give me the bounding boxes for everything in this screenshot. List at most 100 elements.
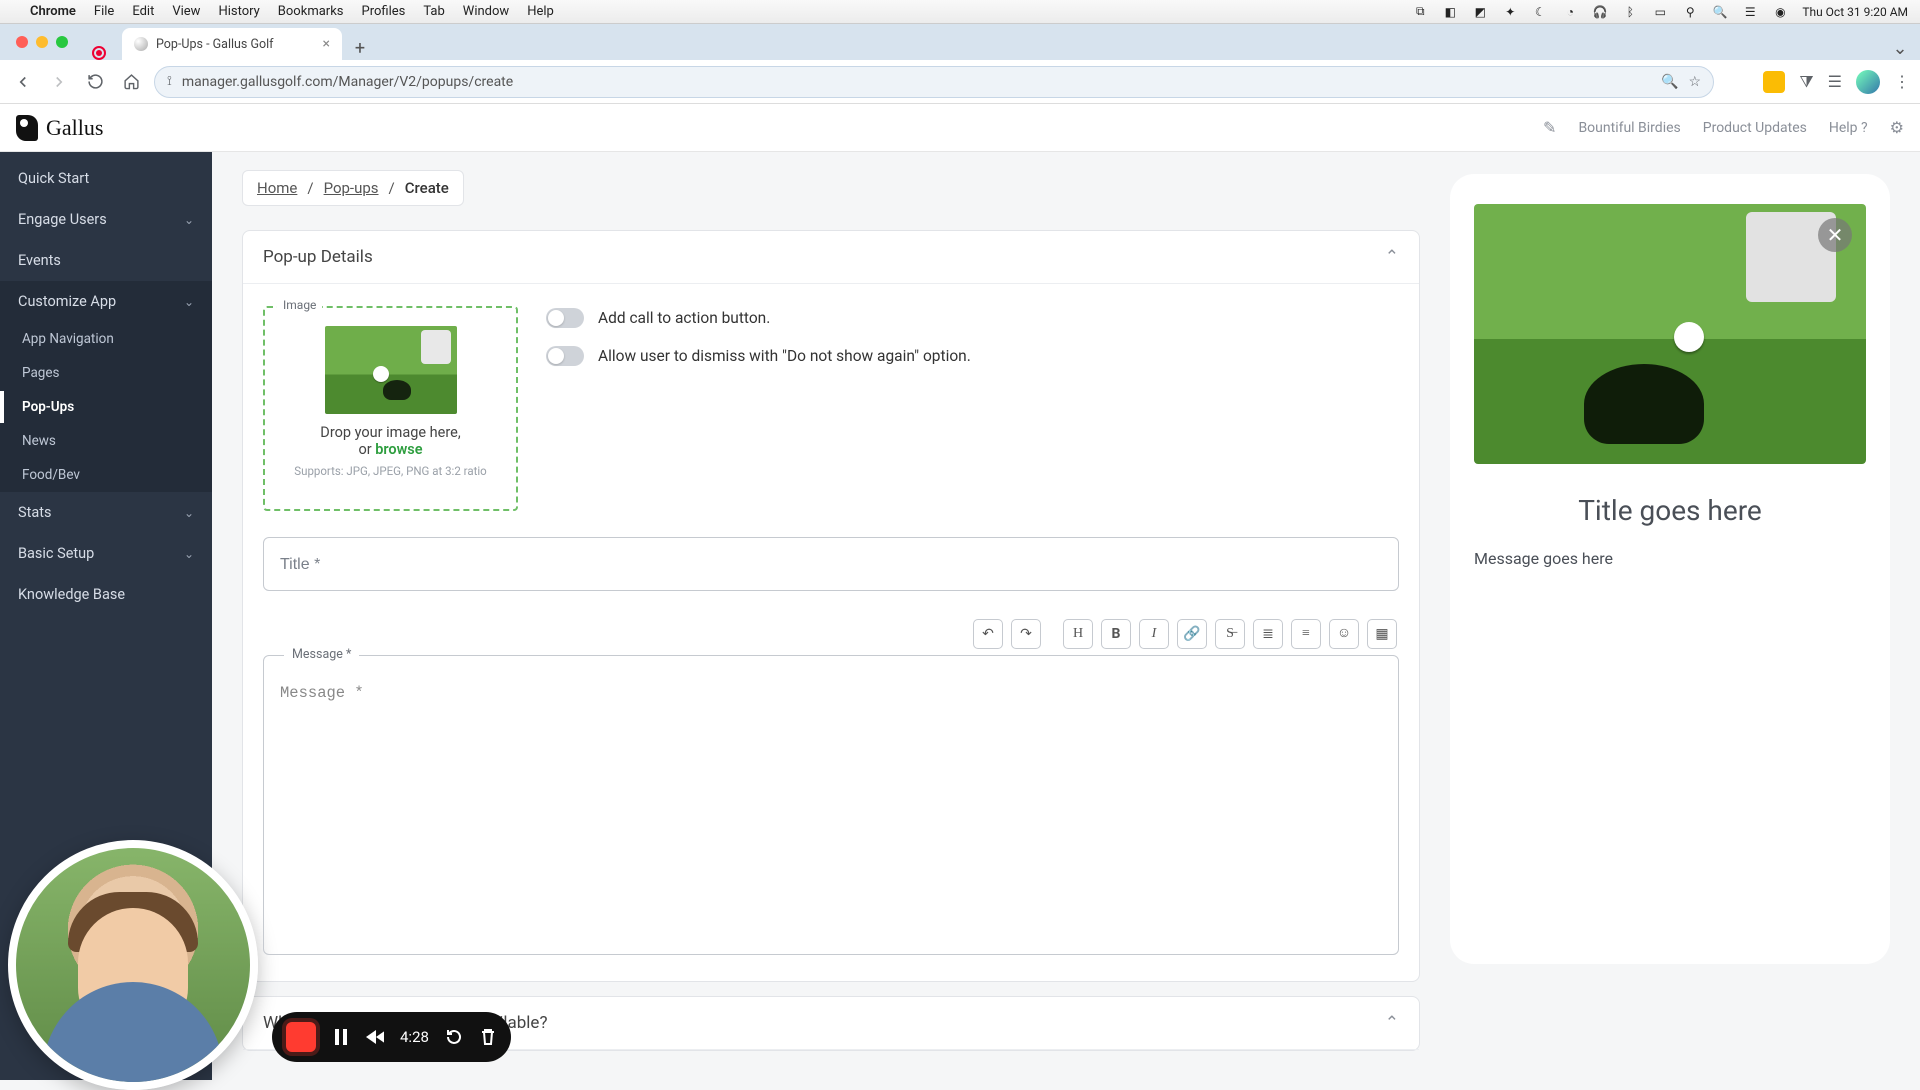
- image-dropzone[interactable]: Image Drop your image here,or browse Sup…: [263, 306, 518, 511]
- menu-edit[interactable]: Edit: [132, 4, 154, 19]
- editor-image-button[interactable]: ▦: [1367, 619, 1397, 649]
- reload-button[interactable]: [82, 69, 108, 95]
- card-header[interactable]: Pop-up Details ⌃: [243, 231, 1419, 284]
- menubar-battery-icon[interactable]: ▭: [1652, 4, 1668, 20]
- title-field[interactable]: [263, 537, 1399, 591]
- menubar-zoom-icon[interactable]: ⧉: [1412, 4, 1428, 20]
- tab-overflow-button[interactable]: ⌄: [1888, 36, 1912, 60]
- menubar-control-center-icon[interactable]: ☰: [1742, 4, 1758, 20]
- address-bar[interactable]: ⟟ manager.gallusgolf.com/Manager/V2/popu…: [154, 66, 1714, 98]
- editor-strike-button[interactable]: S̶: [1215, 619, 1245, 649]
- menubar-search-icon[interactable]: 🔍: [1712, 4, 1728, 20]
- sidebar-item-customize-app[interactable]: Customize App⌄: [0, 281, 212, 322]
- app-name[interactable]: Chrome: [30, 4, 76, 19]
- menubar-clock[interactable]: Thu Oct 31 9:20 AM: [1802, 5, 1908, 19]
- cta-toggle[interactable]: [546, 308, 584, 328]
- menu-help[interactable]: Help: [527, 4, 554, 19]
- delete-button[interactable]: [479, 1028, 497, 1046]
- chevron-up-icon[interactable]: ⌃: [1385, 1013, 1399, 1033]
- sidebar-item-knowledge-base[interactable]: Knowledge Base: [0, 574, 212, 615]
- new-tab-button[interactable]: +: [348, 36, 372, 60]
- bookmark-star-icon[interactable]: ☆: [1688, 74, 1701, 90]
- rewind-button[interactable]: [366, 1030, 384, 1044]
- edit-icon[interactable]: ✎: [1543, 118, 1556, 137]
- menubar-bluetooth-icon[interactable]: ᛒ: [1622, 4, 1638, 20]
- settings-gear-icon[interactable]: ⚙: [1890, 118, 1904, 137]
- help-link[interactable]: Help ?: [1829, 120, 1868, 136]
- help-question-icon: ?: [1861, 120, 1868, 136]
- menu-tab[interactable]: Tab: [423, 4, 444, 19]
- title-input[interactable]: [280, 556, 1382, 574]
- chevron-up-icon[interactable]: ⌃: [1385, 247, 1399, 267]
- tab-close-button[interactable]: ×: [323, 36, 330, 52]
- recording-controls: 4:28: [272, 1012, 511, 1062]
- editor-ordered-list-button[interactable]: ≡: [1291, 619, 1321, 649]
- sidebar-item-pop-ups[interactable]: Pop-Ups: [0, 390, 212, 424]
- editor-bold-button[interactable]: B: [1101, 619, 1131, 649]
- menu-view[interactable]: View: [172, 4, 200, 19]
- menu-window[interactable]: Window: [463, 4, 509, 19]
- site-info-icon[interactable]: ⟟: [167, 74, 172, 89]
- breadcrumb-popups[interactable]: Pop-ups: [324, 179, 379, 197]
- breadcrumb-home[interactable]: Home: [257, 179, 297, 197]
- editor-emoji-button[interactable]: ☺: [1329, 619, 1359, 649]
- profile-avatar[interactable]: [1856, 70, 1880, 94]
- editor-link-button[interactable]: 🔗: [1177, 619, 1207, 649]
- window-close-button[interactable]: [16, 36, 28, 48]
- menubar-siri-icon[interactable]: ◉: [1772, 4, 1788, 20]
- product-updates-link[interactable]: Product Updates: [1703, 120, 1807, 136]
- presenter-webcam[interactable]: [8, 840, 258, 1090]
- menubar-dnd-icon[interactable]: ☾: [1532, 4, 1548, 20]
- message-field[interactable]: Message *: [263, 655, 1399, 955]
- window-zoom-button[interactable]: [56, 36, 68, 48]
- sidebar-item-stats[interactable]: Stats⌄: [0, 492, 212, 533]
- menubar-slack-icon[interactable]: ✦: [1502, 4, 1518, 20]
- menubar-app-icon[interactable]: ◧: [1442, 4, 1458, 20]
- menubar-wifi-icon[interactable]: ⚲: [1682, 4, 1698, 20]
- sidebar-item-quick-start[interactable]: Quick Start: [0, 158, 212, 199]
- pause-button[interactable]: [332, 1029, 350, 1045]
- preview-close-button[interactable]: ✕: [1818, 218, 1852, 252]
- preview-message: Message goes here: [1474, 549, 1866, 568]
- menubar-clock-icon[interactable]: ◔: [1562, 4, 1578, 20]
- org-name-link[interactable]: Bountiful Birdies: [1578, 120, 1680, 136]
- preview-panel: ✕ Title goes here Message goes here: [1450, 152, 1920, 1080]
- home-button[interactable]: [118, 69, 144, 95]
- sidebar-item-app-navigation[interactable]: App Navigation: [0, 322, 212, 356]
- dismiss-toggle[interactable]: [546, 346, 584, 366]
- sidebar-item-news[interactable]: News: [0, 424, 212, 458]
- recording-indicator-icon[interactable]: [92, 46, 106, 60]
- message-textarea[interactable]: [280, 684, 1382, 934]
- stop-record-button[interactable]: [286, 1022, 316, 1052]
- editor-redo-button[interactable]: ↷: [1011, 619, 1041, 649]
- window-controls: [8, 24, 76, 60]
- restart-button[interactable]: [445, 1028, 463, 1046]
- image-thumbnail[interactable]: [325, 326, 457, 414]
- window-minimize-button[interactable]: [36, 36, 48, 48]
- sidebar-item-pages[interactable]: Pages: [0, 356, 212, 390]
- browser-tab[interactable]: Pop-Ups - Gallus Golf ×: [122, 28, 342, 60]
- reading-list-icon[interactable]: ☰: [1828, 72, 1842, 91]
- brand-logo[interactable]: Gallus: [16, 115, 103, 141]
- chevron-down-icon: ⌄: [184, 213, 194, 227]
- menu-bookmarks[interactable]: Bookmarks: [278, 4, 344, 19]
- sidebar-item-engage-users[interactable]: Engage Users⌄: [0, 199, 212, 240]
- menu-history[interactable]: History: [218, 4, 259, 19]
- editor-italic-button[interactable]: I: [1139, 619, 1169, 649]
- menu-profiles[interactable]: Profiles: [362, 4, 406, 19]
- editor-undo-button[interactable]: ↶: [973, 619, 1003, 649]
- editor-bullet-list-button[interactable]: ≣: [1253, 619, 1283, 649]
- chrome-menu-button[interactable]: ⋮: [1894, 72, 1910, 91]
- menubar-headphones-icon[interactable]: 🎧: [1592, 4, 1608, 20]
- extension-icon[interactable]: [1763, 71, 1785, 93]
- menu-file[interactable]: File: [94, 4, 114, 19]
- sidebar-item-food-bev[interactable]: Food/Bev: [0, 458, 212, 492]
- back-button[interactable]: [10, 69, 36, 95]
- sidebar-item-basic-setup[interactable]: Basic Setup⌄: [0, 533, 212, 574]
- sidebar-item-events[interactable]: Events: [0, 240, 212, 281]
- zoom-indicator-icon[interactable]: 🔍: [1661, 74, 1678, 90]
- menubar-loom-icon[interactable]: ◩: [1472, 4, 1488, 20]
- editor-heading-button[interactable]: H: [1063, 619, 1093, 649]
- browse-link[interactable]: browse: [375, 441, 422, 458]
- extensions-puzzle-icon[interactable]: ⧩: [1799, 72, 1813, 92]
